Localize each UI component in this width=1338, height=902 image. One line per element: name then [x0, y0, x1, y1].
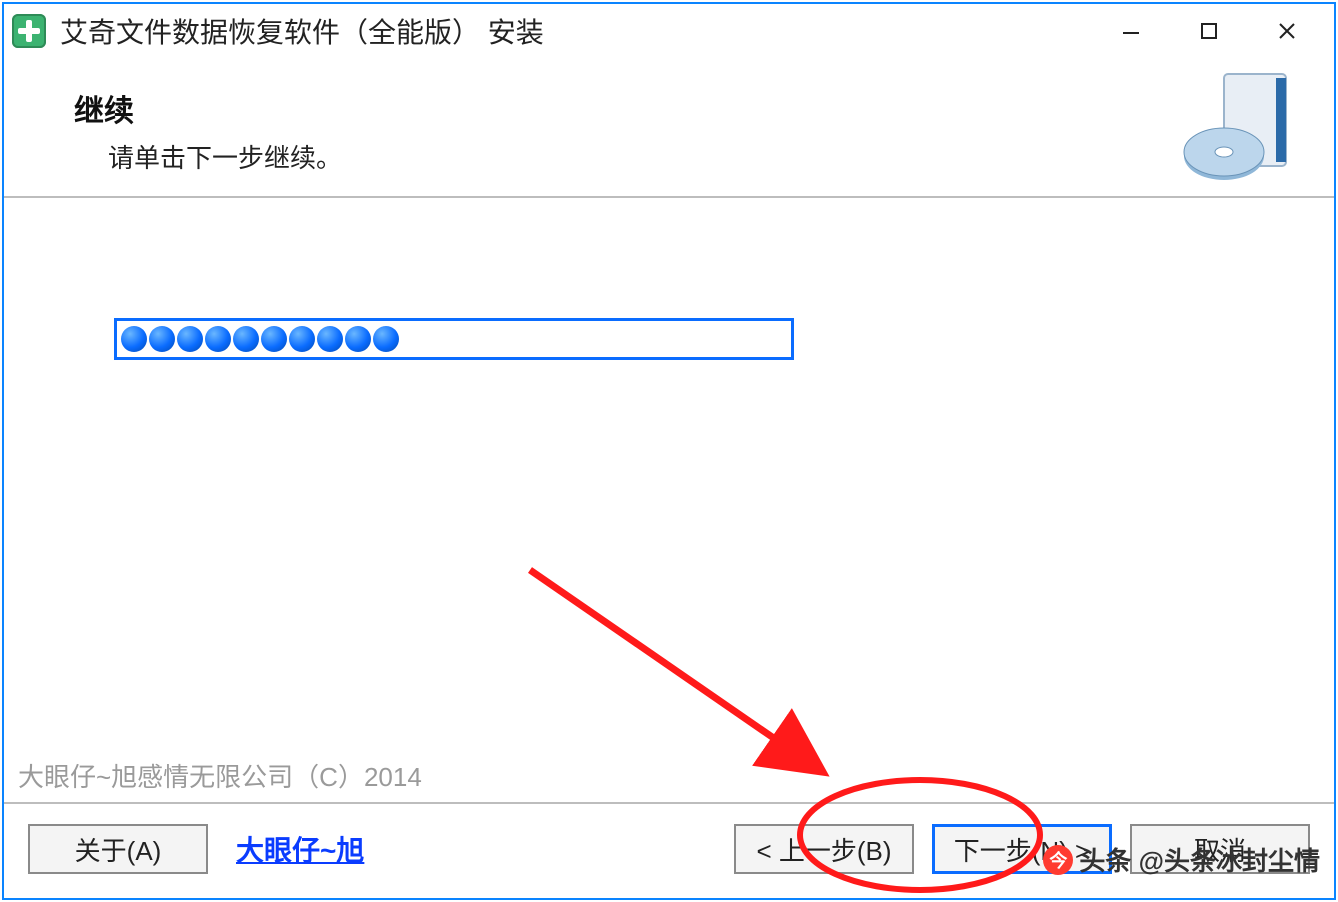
password-dot: [177, 326, 203, 352]
minimize-button[interactable]: [1092, 7, 1170, 55]
password-dot: [373, 326, 399, 352]
author-link[interactable]: 大眼仔~旭: [236, 829, 364, 869]
password-dot: [149, 326, 175, 352]
header-subtext: 请单击下一步继续。: [108, 138, 1298, 175]
window-title: 艾奇文件数据恢复软件（全能版） 安装: [60, 11, 544, 51]
password-input[interactable]: [114, 318, 794, 360]
wizard-footer: 关于(A) 大眼仔~旭 < 上一步(B) 下一步(N) > 取消: [4, 802, 1334, 894]
next-button[interactable]: 下一步(N) >: [932, 824, 1112, 874]
password-dot: [345, 326, 371, 352]
title-bar: 艾奇文件数据恢复软件（全能版） 安装: [4, 4, 1334, 58]
back-button[interactable]: < 上一步(B): [734, 824, 914, 874]
password-dot: [205, 326, 231, 352]
password-dot: [261, 326, 287, 352]
window-controls: [1092, 7, 1326, 55]
minimize-icon: [1121, 21, 1141, 41]
installer-disc-icon: [1180, 68, 1300, 188]
about-button[interactable]: 关于(A): [28, 824, 208, 874]
password-dot: [317, 326, 343, 352]
copyright-text: 大眼仔~旭感情无限公司（C）2014: [18, 757, 422, 794]
wizard-body: 大眼仔~旭感情无限公司（C）2014: [4, 198, 1334, 802]
maximize-icon: [1200, 22, 1218, 40]
installer-window: 艾奇文件数据恢复软件（全能版） 安装 继续 请单击下一步继续。 大眼仔~旭感情: [2, 2, 1336, 900]
password-dot: [289, 326, 315, 352]
close-icon: [1277, 21, 1297, 41]
cancel-button[interactable]: 取消: [1130, 824, 1310, 874]
maximize-button[interactable]: [1170, 7, 1248, 55]
password-dot: [233, 326, 259, 352]
close-button[interactable]: [1248, 7, 1326, 55]
wizard-header: 继续 请单击下一步继续。: [4, 58, 1334, 198]
app-plus-icon: [12, 14, 46, 48]
header-title: 继续: [74, 86, 1298, 130]
password-dot: [121, 326, 147, 352]
